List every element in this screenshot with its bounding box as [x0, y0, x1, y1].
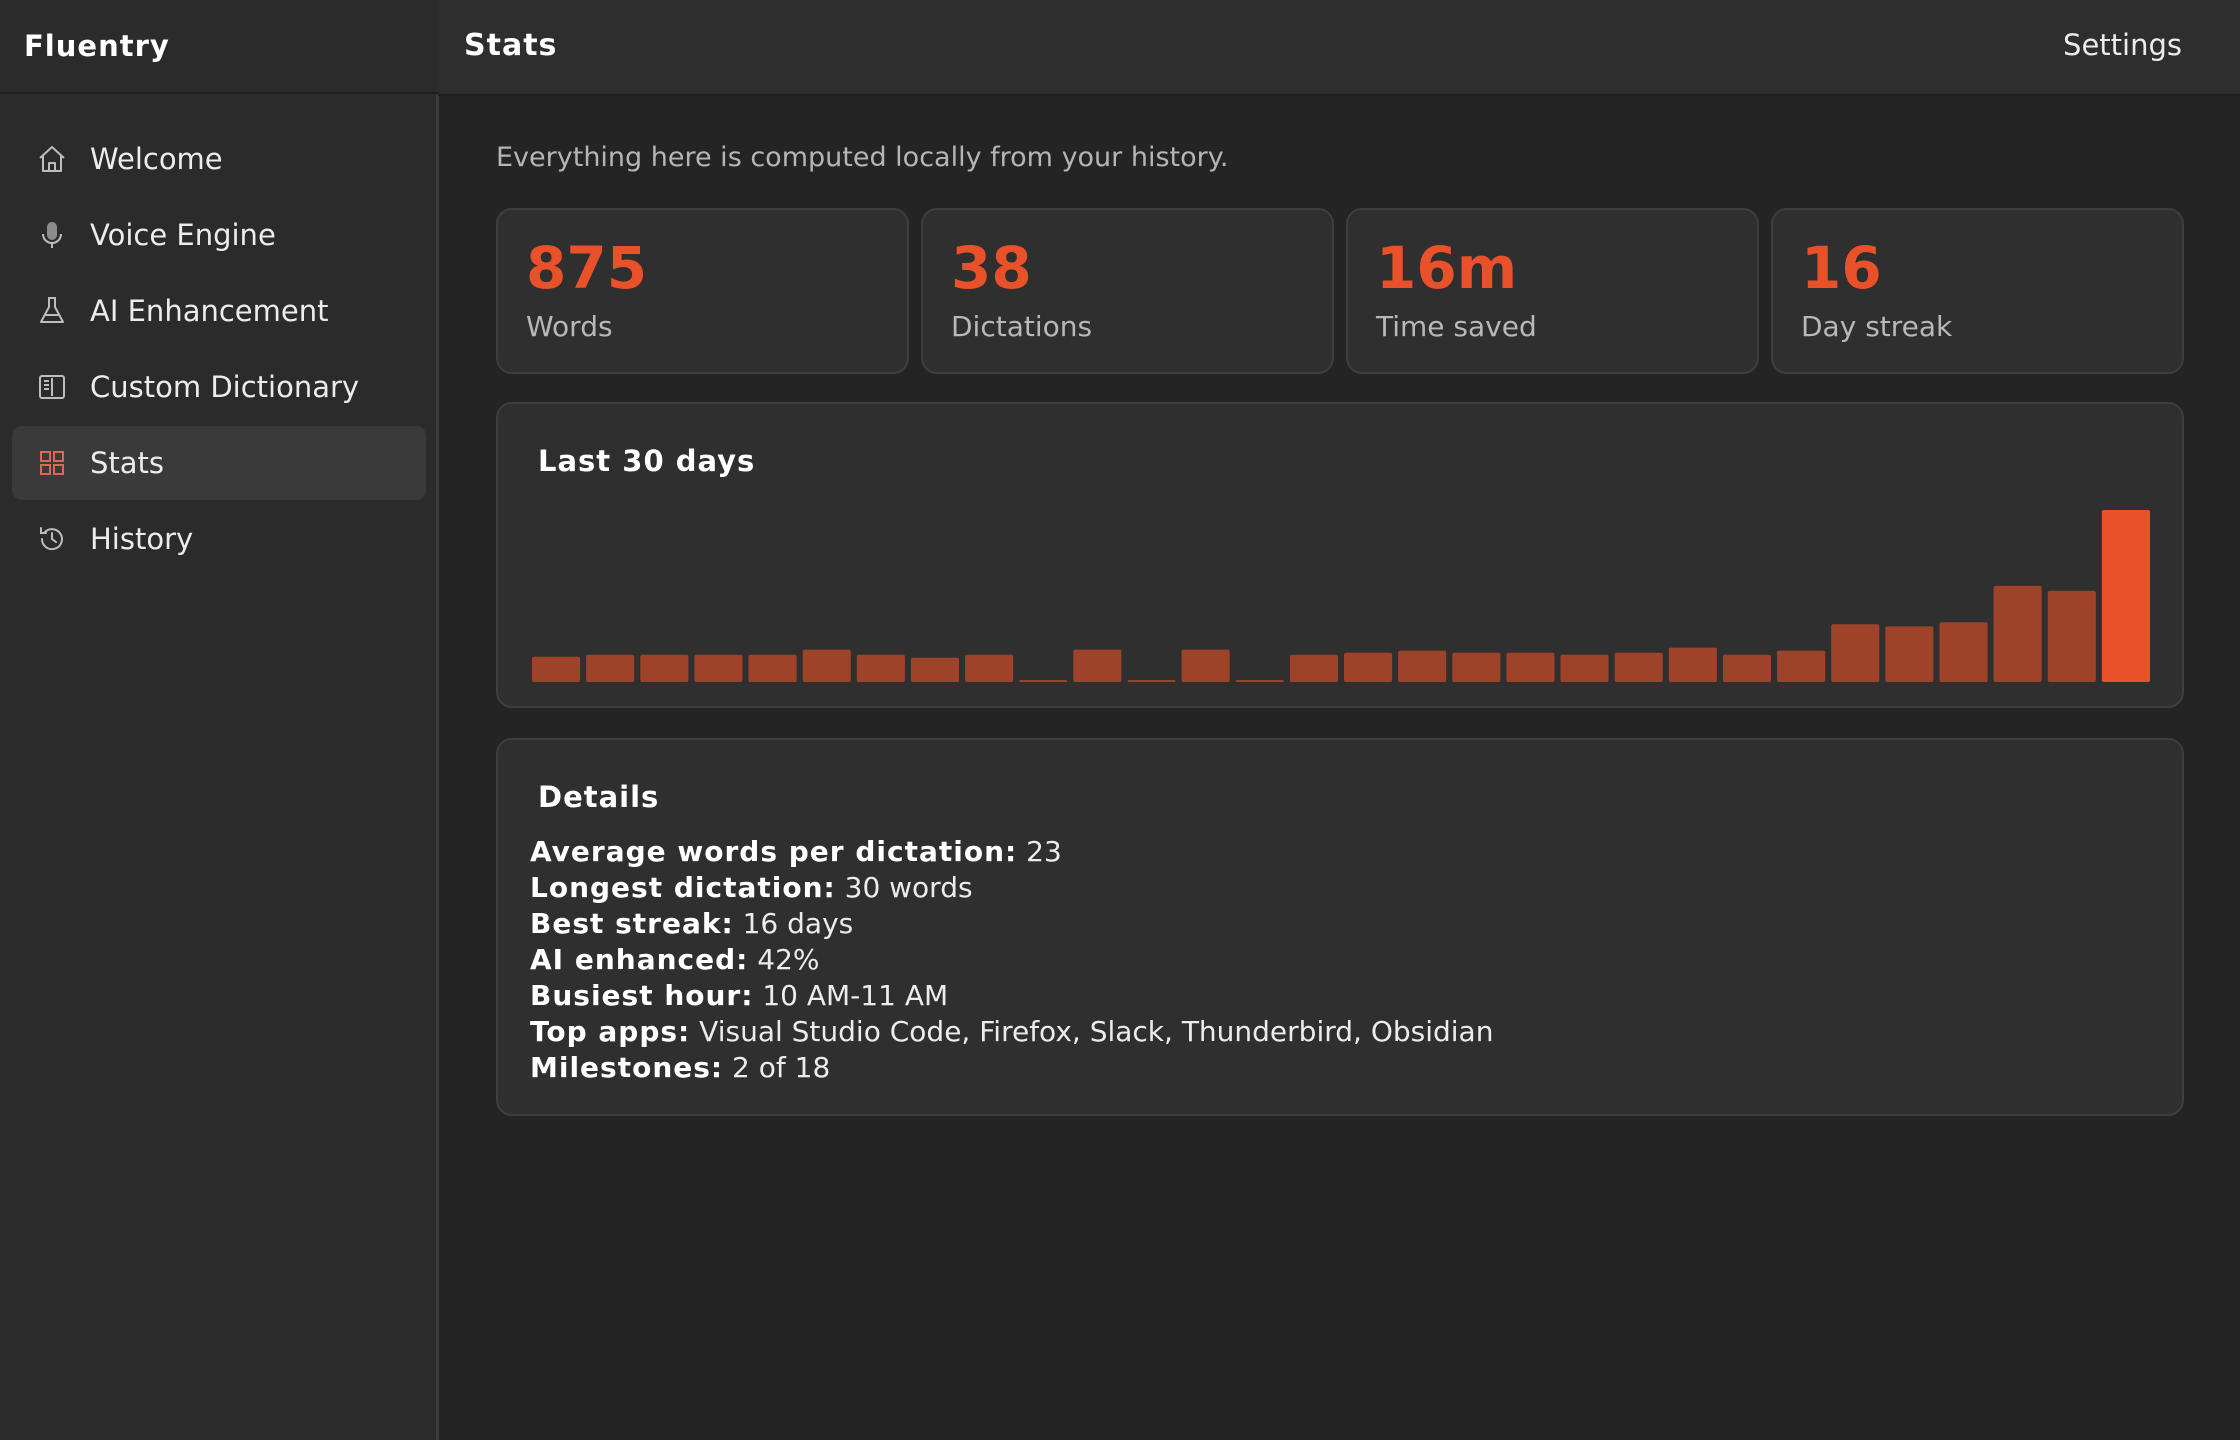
chart-bar [1885, 626, 1934, 682]
stat-value: 875 [526, 234, 648, 302]
chart-bar [1073, 649, 1122, 682]
home-icon [36, 143, 68, 175]
chart-bar [1614, 652, 1663, 682]
sidebar-item-ai-enhancement[interactable]: AI Enhancement [12, 274, 426, 348]
history-icon [36, 523, 68, 555]
detail-value: 23 [1026, 835, 1062, 868]
sidebar-item-label: Welcome [90, 142, 223, 176]
chart-bar [748, 654, 797, 682]
chart-bar [1560, 654, 1609, 682]
chart-bar [694, 654, 743, 682]
detail-key: Longest dictation: [530, 871, 836, 904]
settings-button[interactable]: Settings [2063, 28, 2182, 62]
stat-value: 16m [1376, 234, 1518, 302]
stat-label: Dictations [951, 310, 1093, 343]
chart-bar [1289, 654, 1338, 682]
detail-value: 16 days [742, 907, 854, 940]
app-name: Fluentry [0, 0, 438, 94]
grid-icon [36, 447, 68, 479]
details-title: Details [538, 780, 660, 814]
chart-bar [1344, 652, 1393, 682]
microphone-icon [36, 219, 68, 251]
detail-key: Best streak: [530, 907, 734, 940]
bar-chart [532, 510, 2150, 682]
stat-value: 16 [1801, 234, 1882, 302]
sidebar-nav: Welcome Voice Engine AI Enhancement Cust… [0, 94, 438, 606]
chart-bar [1668, 647, 1717, 682]
sidebar-divider [436, 94, 439, 1440]
page-subtitle: Everything here is computed locally from… [496, 142, 1229, 173]
chart-bar [532, 656, 581, 682]
detail-row-milestones: Milestones: 2 of 18 [530, 1050, 1493, 1086]
detail-key: Top apps: [530, 1015, 691, 1048]
detail-key: AI enhanced: [530, 943, 749, 976]
chart-bar [965, 654, 1014, 682]
page-title: Stats [464, 28, 558, 63]
chart-bar [1993, 585, 2042, 682]
stat-cards: 875 Words 38 Dictations 16m Time saved 1… [496, 208, 2184, 374]
sidebar-item-welcome[interactable]: Welcome [12, 122, 426, 196]
chart-bar [586, 654, 635, 682]
chart-bar [1506, 652, 1555, 682]
chart-title: Last 30 days [538, 444, 756, 478]
detail-value: 30 words [844, 871, 973, 904]
chart-bar [1127, 680, 1176, 682]
detail-row-best-streak: Best streak: 16 days [530, 906, 1493, 942]
sidebar-item-label: AI Enhancement [90, 294, 329, 328]
app-window: Fluentry Welcome Voice Engine AI Enhance… [0, 0, 2240, 1440]
sidebar-item-label: Stats [90, 446, 165, 480]
sidebar-item-history[interactable]: History [12, 502, 426, 576]
chart-bar [640, 654, 689, 682]
detail-value: Visual Studio Code, Firefox, Slack, Thun… [699, 1015, 1494, 1048]
sidebar-item-label: Voice Engine [90, 218, 276, 252]
chart-bar [910, 657, 959, 682]
chart-bar [1235, 680, 1284, 682]
main-content: Everything here is computed locally from… [496, 96, 2184, 1116]
flask-icon [36, 295, 68, 327]
stat-card-words: 875 Words [496, 208, 909, 374]
top-bar: Stats Settings [438, 0, 2240, 96]
detail-value: 42% [757, 943, 820, 976]
details-list: Average words per dictation: 23 Longest … [530, 834, 1493, 1086]
chart-bar [1398, 650, 1447, 682]
stat-value: 38 [951, 234, 1032, 302]
chart-bar [1181, 649, 1230, 682]
detail-row-longest-dictation: Longest dictation: 30 words [530, 870, 1493, 906]
stat-label: Day streak [1801, 310, 1953, 343]
stat-label: Words [526, 310, 613, 343]
chart-bar [2047, 590, 2096, 682]
detail-row-top-apps: Top apps: Visual Studio Code, Firefox, S… [530, 1014, 1493, 1050]
sidebar-item-label: History [90, 522, 194, 556]
chart-bar [1452, 652, 1501, 682]
sidebar-item-stats[interactable]: Stats [12, 426, 426, 500]
detail-row-average-words: Average words per dictation: 23 [530, 834, 1493, 870]
detail-row-busiest-hour: Busiest hour: 10 AM-11 AM [530, 978, 1493, 1014]
stat-card-dictations: 38 Dictations [921, 208, 1334, 374]
sidebar-item-voice-engine[interactable]: Voice Engine [12, 198, 426, 272]
stat-label: Time saved [1376, 310, 1537, 343]
detail-key: Average words per dictation: [530, 835, 1018, 868]
chart-bar [1777, 650, 1826, 682]
chart-bar [856, 654, 905, 682]
chart-bar [1939, 622, 1988, 682]
book-icon [36, 371, 68, 403]
chart-bar [802, 649, 851, 682]
chart-bar [2101, 510, 2150, 682]
detail-value: 10 AM-11 AM [762, 979, 949, 1012]
detail-value: 2 of 18 [732, 1051, 831, 1084]
chart-bar [1722, 654, 1771, 682]
stat-card-day-streak: 16 Day streak [1771, 208, 2184, 374]
details-panel: Details Average words per dictation: 23 … [496, 738, 2184, 1116]
detail-row-ai-enhanced: AI enhanced: 42% [530, 942, 1493, 978]
detail-key: Busiest hour: [530, 979, 754, 1012]
chart-bar [1831, 624, 1880, 682]
chart-panel: Last 30 days [496, 402, 2184, 708]
sidebar-item-custom-dictionary[interactable]: Custom Dictionary [12, 350, 426, 424]
chart-bar [1019, 680, 1068, 682]
detail-key: Milestones: [530, 1051, 724, 1084]
sidebar-item-label: Custom Dictionary [90, 370, 360, 404]
sidebar: Fluentry Welcome Voice Engine AI Enhance… [0, 0, 438, 1440]
stat-card-time-saved: 16m Time saved [1346, 208, 1759, 374]
